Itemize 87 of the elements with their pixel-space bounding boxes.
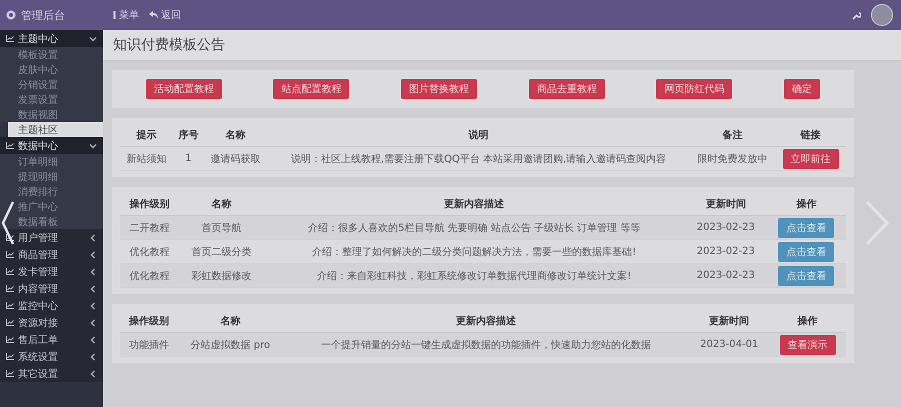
action-button[interactable]: 点击查看 [778,218,834,238]
sidebar-item[interactable]: 主题社区 [8,122,103,137]
sidebar-group[interactable]: 发卡管理 [0,263,103,280]
action-button[interactable]: 点击查看 [778,242,834,262]
chevron-icon [89,142,97,150]
tutorial-button[interactable]: 网页防红代码 [656,79,732,99]
chart-icon [6,302,14,309]
sidebar-group[interactable]: 商品管理 [0,246,103,263]
sidebar-item[interactable]: 提现明细 [0,169,103,184]
table-cell: 优化教程 [120,264,180,288]
table-cell: 彩虹数据修改 [179,264,264,288]
table-cell: 二开教程 [120,216,180,240]
table-cell: 限时免费发放中 [690,146,776,170]
column-header: 名称 [204,124,268,146]
tutorial-button[interactable]: 活动配置教程 [146,79,222,99]
chevron-icon [89,234,97,242]
action-button[interactable]: 点击查看 [778,266,834,286]
chart-icon [6,142,14,149]
action-button[interactable]: 立即前往 [782,148,839,168]
chevron-icon [89,336,97,344]
sidebar-item[interactable]: 发票设置 [0,92,103,107]
logo-icon [6,10,16,20]
table-cell: 一个提升销量的分站一键生成虚拟数据的功能插件，快速助力您站的化数据 [283,332,690,356]
sidebar-item[interactable]: 皮肤中心 [0,62,103,77]
chevron-icon [89,370,97,378]
column-header: 序号 [172,124,204,146]
sidebar-group[interactable]: 售后工单 [0,331,103,348]
chart-icon [6,336,14,343]
tutorial-button[interactable]: 图片替换教程 [401,79,478,99]
chart-icon [6,35,14,42]
table-cell: 首页导航 [179,216,264,240]
chevron-icon [89,318,97,326]
sidebar-group[interactable]: 主题中心 [0,30,103,47]
chart-icon [6,319,14,326]
menu-icon [113,11,116,19]
chart-icon [6,251,14,258]
column-header: 提示 [120,124,173,146]
wrench-icon[interactable] [852,10,861,20]
column-header: 说明 [268,124,690,146]
chart-icon [6,285,14,292]
sidebar-item[interactable]: 推广中心 [0,199,103,214]
chart-icon [6,370,14,377]
table-cell: 新站须知 [120,146,173,170]
toolbar-link[interactable]: 菜单 [113,8,139,22]
app-title: 管理后台 [21,8,65,22]
page-title: 知识付费模板公告 [103,30,901,61]
sidebar-group[interactable]: 其它设置 [0,365,103,382]
sidebar-item[interactable]: 订单明细 [0,154,103,169]
avatar[interactable] [871,4,893,26]
chart-icon [6,234,14,241]
sidebar-group[interactable]: 系统设置 [0,348,103,365]
sidebar-group[interactable]: 数据中心 [0,137,103,154]
table-cell: 介绍：来自彩虹科技，彩虹系统修改订单数据代理商修改订单统计文案! [264,264,685,288]
table-cell: 分站虚拟数据 pro [178,332,283,356]
action-button[interactable]: 查看演示 [780,334,836,354]
table-cell: 1 [172,146,204,170]
tutorial-button[interactable]: 商品去重教程 [528,79,605,99]
table-cell: 说明：社区上线教程,需要注册下载QQ平台 本站采用邀请团购,请输入邀请码查阅内容 [268,146,690,170]
chart-icon [6,268,14,275]
sidebar-group[interactable]: 监控中心 [0,297,103,314]
sidebar-item[interactable]: 模板设置 [0,47,103,62]
table-cell: 介绍：很多人喜欢的5栏目导航 先要明确 站点公告 子级站长 订单管理 等等 [264,216,685,240]
column-header: 链接 [775,124,846,146]
chevron-icon [89,268,97,276]
table-cell: 2023-02-23 [684,216,767,240]
table-cell: 邀请码获取 [204,146,268,170]
sidebar-item[interactable]: 数据视图 [0,107,103,122]
toolbar-link[interactable]: 返回 [149,8,181,22]
chevron-icon [89,352,97,360]
chart-icon [6,353,14,360]
column-header: 备注 [690,124,776,146]
table-cell: 功能插件 [120,332,178,356]
sidebar-group[interactable]: 资源对接 [0,314,103,331]
sidebar-item[interactable]: 分销设置 [0,77,103,92]
table-cell: 2023-02-23 [684,264,767,288]
table-cell: 2023-04-01 [689,332,769,356]
sidebar-group[interactable]: 内容管理 [0,280,103,297]
tutorial-button[interactable]: 站点配置教程 [273,79,350,99]
sidebar-group[interactable]: 用户管理 [0,229,103,246]
reply-arrow-icon [149,11,158,19]
sidebar-item[interactable]: 消费排行 [0,184,103,199]
chevron-icon [89,34,97,42]
sidebar-item[interactable]: 数据看板 [0,214,103,229]
chevron-icon [89,250,97,258]
tutorial-button[interactable]: 确定 [784,79,820,99]
chevron-icon [89,284,97,292]
chevron-icon [89,302,97,310]
